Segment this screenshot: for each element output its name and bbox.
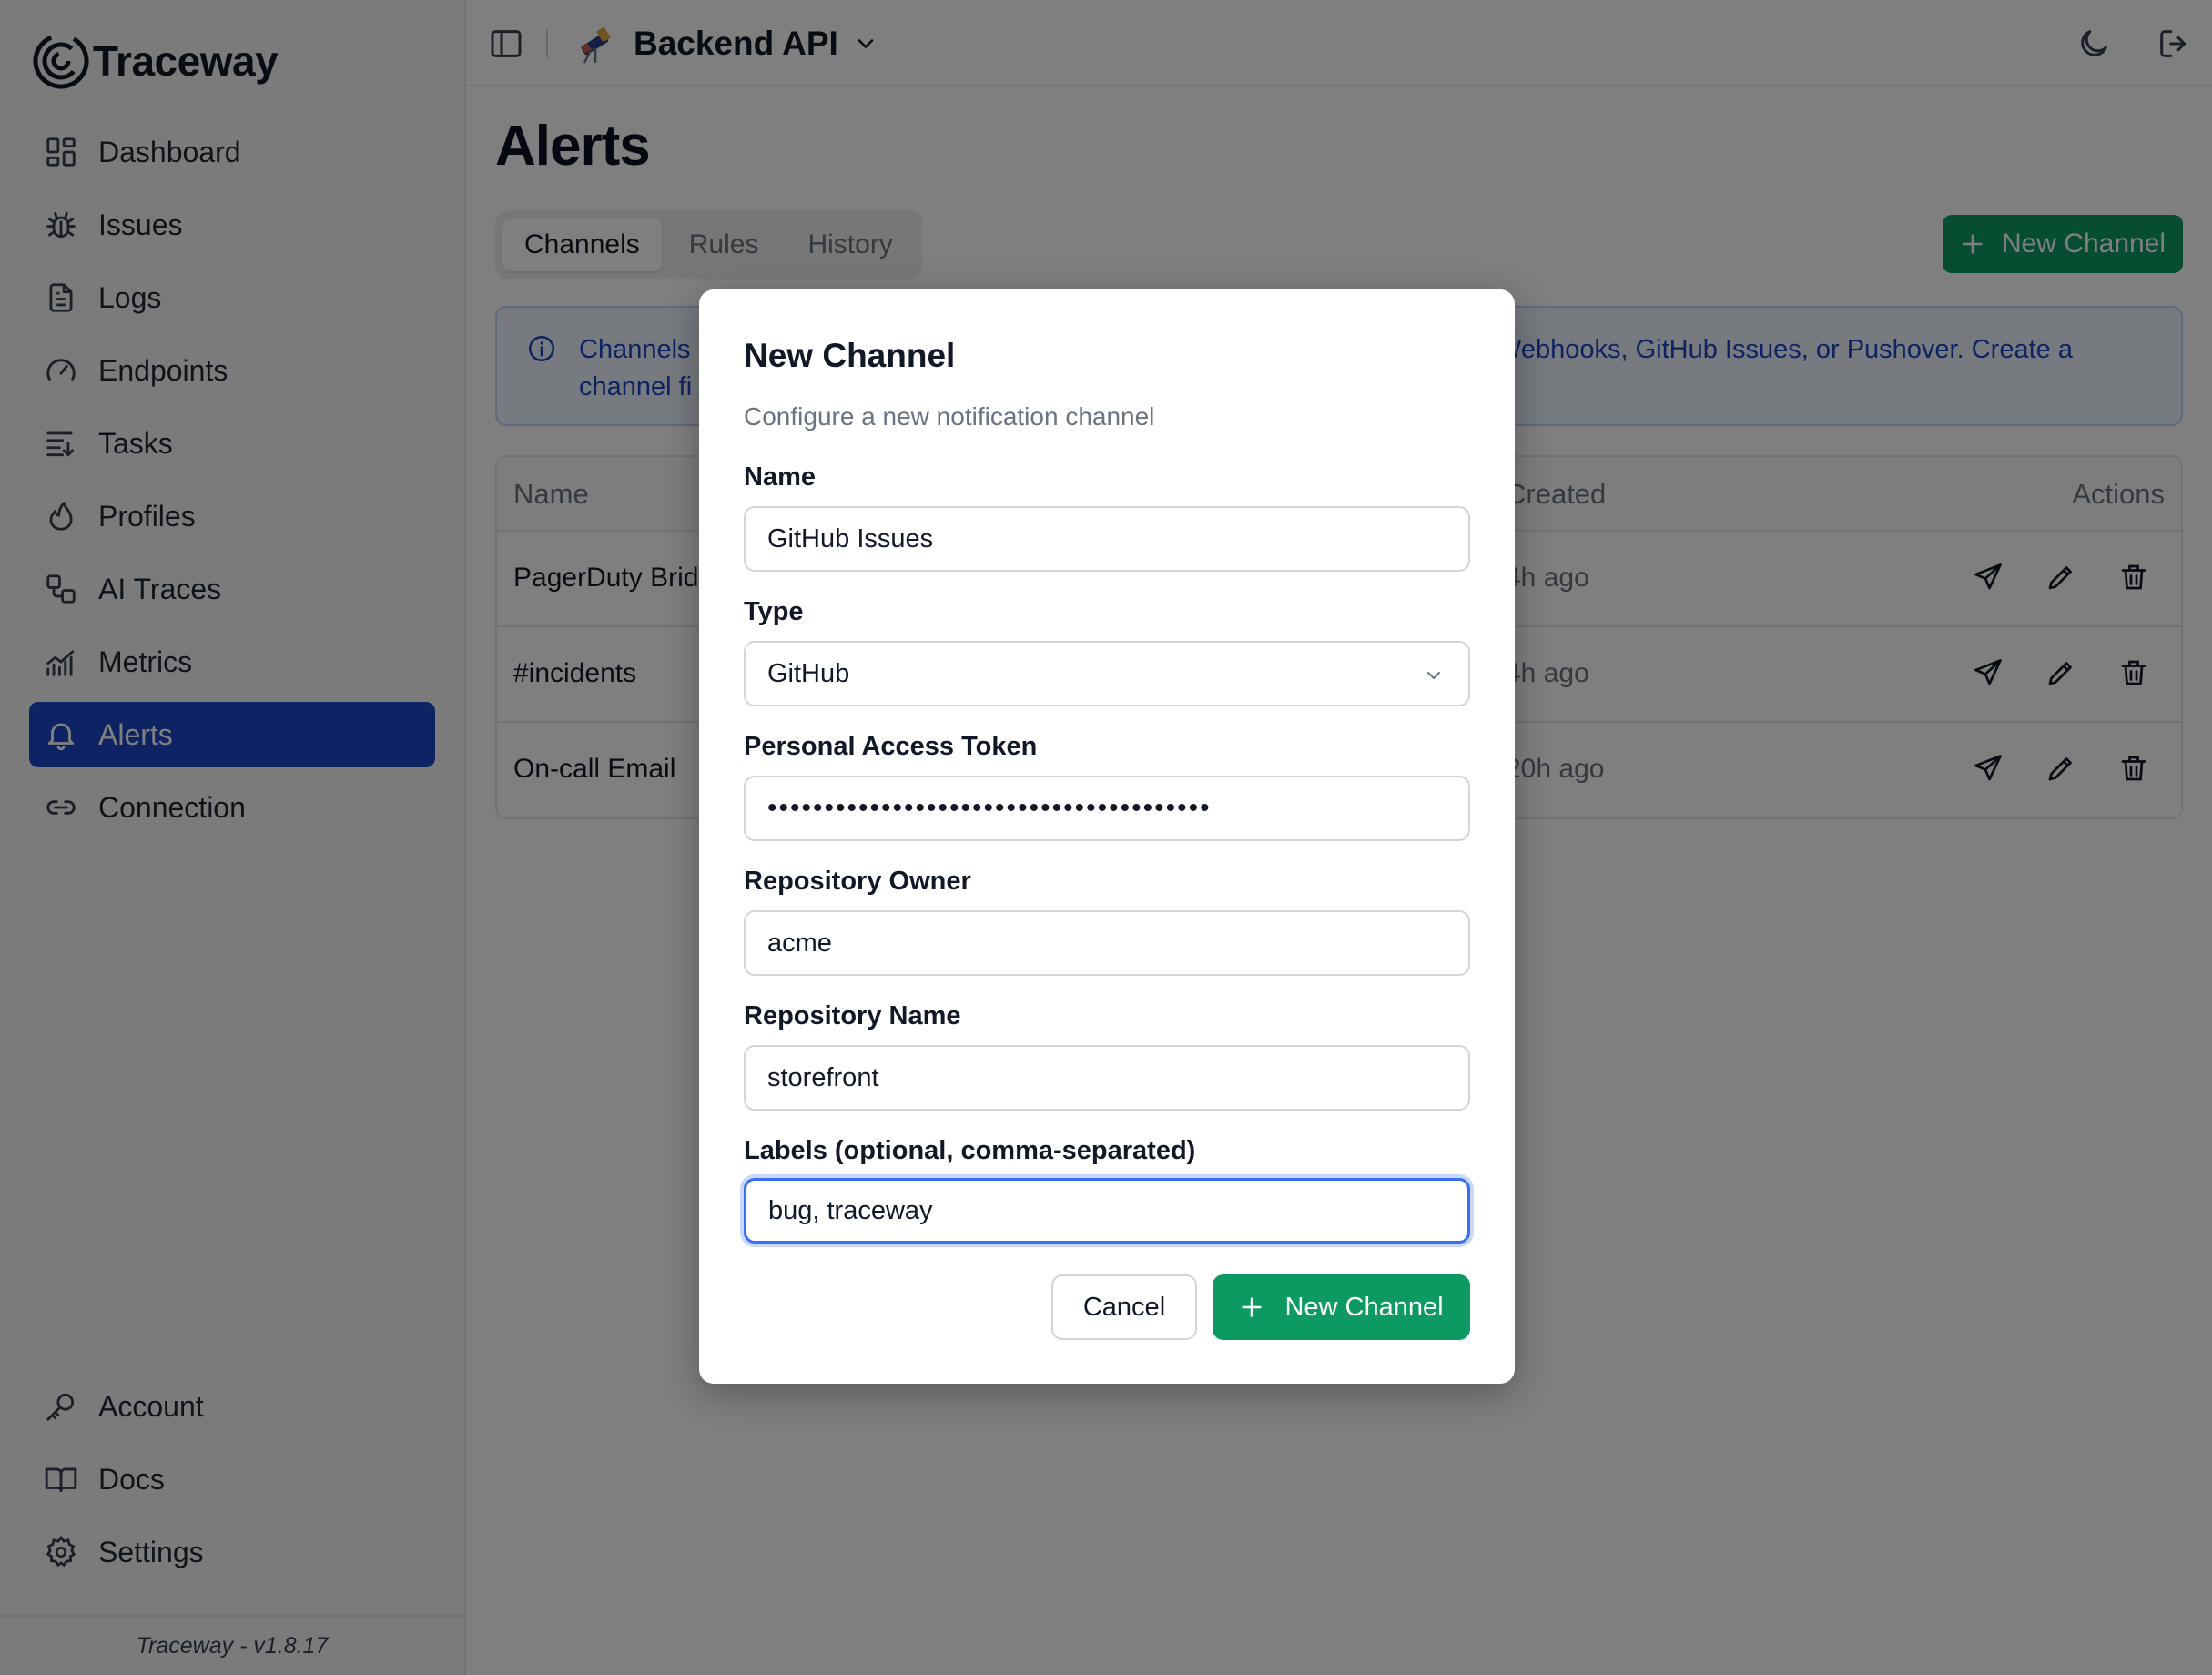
token-label: Personal Access Token (744, 732, 1038, 761)
chevron-down-icon (1427, 672, 1440, 680)
type-select-value: GitHub (767, 658, 850, 688)
labels-label: Labels (optional, comma-separated) (744, 1136, 1196, 1165)
type-select[interactable]: GitHub (744, 641, 1470, 706)
labels-input[interactable]: bug, traceway (744, 1178, 1470, 1244)
new-channel-dialog: New Channel Configure a new notification… (699, 289, 1515, 1384)
dialog-title: New Channel (744, 337, 956, 374)
plus-icon (1242, 1297, 1263, 1317)
create-channel-button[interactable]: New Channel (1213, 1274, 1470, 1340)
repo-label: Repository Name (744, 1001, 961, 1030)
owner-input[interactable]: acme (744, 910, 1470, 976)
repo-input[interactable]: storefront (744, 1045, 1470, 1111)
dialog-description: Configure a new notification channel (744, 402, 1155, 431)
name-input[interactable]: GitHub Issues (744, 506, 1470, 572)
create-channel-button-label: New Channel (1284, 1292, 1444, 1322)
name-label: Name (744, 462, 816, 492)
cancel-button[interactable]: Cancel (1051, 1274, 1197, 1340)
owner-label: Repository Owner (744, 867, 971, 896)
type-label: Type (744, 597, 804, 626)
token-input[interactable]: ••••••••••••••••••••••••••••••••••••••• (744, 776, 1470, 841)
